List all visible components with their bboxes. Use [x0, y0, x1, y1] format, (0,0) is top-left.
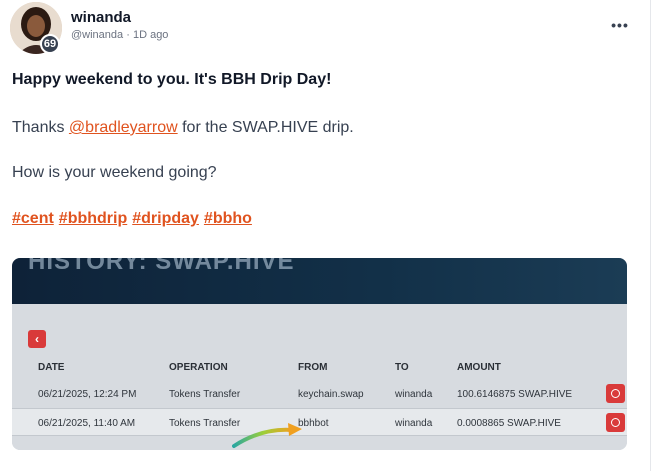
cell-date: 06/21/2025, 11:40 AM — [38, 418, 136, 429]
screenshot-header: HISTORY: SWAP.HIVE — [12, 258, 627, 304]
column-header-date: DATE — [38, 362, 65, 373]
post-time[interactable]: 1D ago — [133, 29, 168, 41]
hashtag-link[interactable]: #bbhdrip — [59, 210, 127, 227]
cell-to: winanda — [395, 418, 433, 429]
table-row: 06/21/2025, 12:24 PM Tokens Transfer key… — [12, 380, 627, 408]
cell-operation: Tokens Transfer — [169, 389, 241, 400]
post-question: How is your weekend going? — [12, 164, 217, 181]
mention-link[interactable]: @bradleyarrow — [69, 119, 178, 136]
post-meta: @winanda · 1D ago — [71, 29, 168, 41]
post-card: 69 winanda @winanda · 1D ago ••• Happy w… — [0, 0, 651, 471]
reputation-badge: 69 — [40, 34, 60, 54]
cell-amount: 100.6146875 SWAP.HIVE — [457, 389, 573, 400]
cell-amount: 0.0008865 SWAP.HIVE — [457, 418, 561, 429]
meta-separator: · — [126, 29, 130, 42]
row-action-icon[interactable] — [606, 413, 625, 432]
column-header-to: TO — [395, 362, 409, 373]
thanks-suffix: for the SWAP.HIVE drip. — [177, 119, 354, 136]
pointer-arrow-icon — [232, 423, 302, 448]
column-header-operation: OPERATION — [169, 362, 228, 373]
cell-from: keychain.swap — [298, 389, 364, 400]
cell-to: winanda — [395, 389, 433, 400]
embedded-screenshot[interactable]: HISTORY: SWAP.HIVE ‹ DATE OPERATION FROM… — [12, 258, 627, 450]
thanks-prefix: Thanks — [12, 119, 69, 136]
avatar[interactable]: 69 — [10, 2, 62, 54]
hashtag-list: #cent #bbhdrip #dripday #bbho — [12, 210, 257, 228]
row-action-icon[interactable] — [606, 384, 625, 403]
author-handle[interactable]: @winanda — [71, 29, 123, 41]
more-options-button[interactable]: ••• — [608, 18, 632, 38]
post-line-thanks: Thanks @bradleyarrow for the SWAP.HIVE d… — [12, 119, 354, 137]
cell-operation: Tokens Transfer — [169, 418, 241, 429]
post-headline: Happy weekend to you. It's BBH Drip Day! — [12, 71, 332, 88]
hashtag-link[interactable]: #bbho — [204, 210, 252, 227]
cell-date: 06/21/2025, 12:24 PM — [38, 389, 137, 400]
column-header-amount: AMOUNT — [457, 362, 501, 373]
screenshot-title: HISTORY: SWAP.HIVE — [28, 258, 295, 275]
column-header-from: FROM — [298, 362, 328, 373]
back-button[interactable]: ‹ — [28, 330, 46, 348]
hashtag-link[interactable]: #dripday — [132, 210, 199, 227]
hashtag-link[interactable]: #cent — [12, 210, 54, 227]
author-name[interactable]: winanda — [71, 9, 131, 26]
